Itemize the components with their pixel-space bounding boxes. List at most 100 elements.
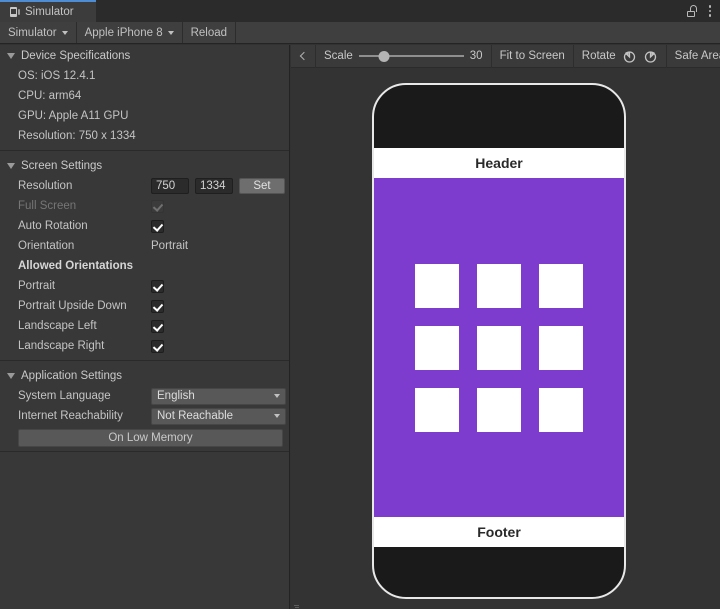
simulator-mode-label: Simulator [8, 26, 57, 39]
rotate-control: Rotate [574, 44, 667, 68]
divider [0, 360, 289, 361]
toolbar-empty-space [236, 22, 720, 43]
orientation-portrait-label: Portrait [18, 280, 56, 292]
spec-resolution-text: Resolution: 750 x 1334 [18, 130, 136, 142]
panel-resize-grip[interactable] [293, 600, 301, 608]
auto-rotation-label: Auto Rotation [18, 220, 88, 232]
reload-button[interactable]: Reload [182, 22, 237, 43]
allowed-orientations-label: Allowed Orientations [18, 260, 134, 272]
row-allowed-orientations-header: Allowed Orientations [0, 256, 289, 276]
inspector-sidebar: Device Specifications OS: iOS 12.4.1 CPU… [0, 45, 290, 609]
safe-area-button[interactable]: Safe Area [667, 45, 720, 68]
internet-reachability-label: Internet Reachability [18, 410, 123, 422]
simulator-window: Simulator Simulator Apple iPhone 8 Reloa… [0, 0, 720, 609]
divider [0, 150, 289, 151]
app-footer: Footer [374, 517, 624, 547]
device-viewport[interactable]: Header Footer [291, 68, 720, 609]
grid-cell[interactable] [539, 325, 583, 370]
orientation-portrait-upside-down-checkbox[interactable] [151, 299, 164, 313]
device-simulator-icon [8, 6, 20, 18]
grid-cell[interactable] [539, 387, 583, 432]
tab-bar-empty-space [96, 0, 687, 22]
grid-cell[interactable] [539, 263, 583, 308]
triangle-down-icon [7, 162, 15, 169]
row-resolution: Resolution 750 1334 Set [0, 176, 289, 196]
tab-simulator[interactable]: Simulator [0, 0, 96, 22]
slider-track [358, 55, 464, 57]
spec-os: OS: iOS 12.4.1 [0, 66, 289, 86]
row-orientation-portrait-upside-down: Portrait Upside Down [0, 296, 289, 316]
chevron-down-icon [61, 30, 68, 35]
triangle-down-icon [7, 52, 15, 59]
scale-label: Scale [324, 50, 353, 62]
app-content-area [374, 178, 624, 517]
orientation-landscape-left-checkbox[interactable] [151, 319, 164, 333]
fit-to-screen-button[interactable]: Fit to Screen [492, 44, 574, 68]
orientation-landscape-right-label: Landscape Right [18, 340, 105, 352]
collapse-panel-button[interactable] [291, 44, 316, 68]
section-title: Device Specifications [21, 49, 131, 62]
chevron-down-icon [274, 394, 280, 398]
full-screen-label: Full Screen [18, 200, 77, 212]
simulator-mode-dropdown[interactable]: Simulator [0, 22, 77, 43]
orientation-portrait-checkbox[interactable] [151, 279, 164, 293]
scale-slider[interactable] [358, 49, 464, 63]
orientation-landscape-left-label: Landscape Left [18, 320, 97, 332]
system-language-label: System Language [18, 390, 111, 402]
chevron-down-icon [274, 414, 280, 418]
resolution-width-input[interactable]: 750 [151, 178, 189, 194]
rotate-clockwise-icon[interactable] [643, 49, 658, 64]
internet-reachability-dropdown[interactable]: Not Reachable [151, 407, 286, 425]
grid-cell[interactable] [477, 263, 521, 308]
window-controls [687, 0, 720, 22]
reload-label: Reload [190, 26, 228, 39]
section-screen-settings[interactable]: Screen Settings [0, 155, 289, 176]
viewport-toolbar: Scale 30 Fit to Screen Rotate Safe Are [291, 44, 720, 68]
grid-cell[interactable] [415, 263, 459, 308]
fit-to-screen-label: Fit to Screen [499, 50, 565, 62]
rotate-counterclockwise-icon[interactable] [622, 49, 637, 64]
orientation-landscape-right-checkbox[interactable] [151, 339, 164, 353]
section-device-specifications[interactable]: Device Specifications [0, 45, 289, 66]
set-resolution-button[interactable]: Set [239, 178, 285, 194]
system-language-dropdown[interactable]: English [151, 387, 286, 405]
safe-area-label: Safe Area [674, 50, 720, 62]
full-screen-checkbox [151, 199, 164, 213]
resolution-height-input[interactable]: 1334 [195, 178, 233, 194]
system-language-value: English [157, 390, 195, 402]
row-auto-rotation: Auto Rotation [0, 216, 289, 236]
section-title: Application Settings [21, 369, 123, 382]
device-frame: Header Footer [372, 83, 626, 599]
section-application-settings[interactable]: Application Settings [0, 365, 289, 386]
chevron-down-icon [167, 30, 174, 35]
simulator-toolbar: Simulator Apple iPhone 8 Reload [0, 22, 720, 44]
rotate-label: Rotate [581, 50, 616, 62]
lock-icon[interactable] [687, 5, 698, 17]
grid-cell[interactable] [477, 387, 521, 432]
on-low-memory-button[interactable]: On Low Memory [18, 429, 283, 447]
slider-knob[interactable] [378, 50, 390, 62]
app-header: Header [374, 148, 624, 178]
row-orientation-landscape-right: Landscape Right [0, 336, 289, 356]
resolution-label: Resolution [18, 180, 73, 192]
divider [0, 451, 289, 452]
auto-rotation-checkbox[interactable] [151, 219, 164, 233]
device-select-dropdown[interactable]: Apple iPhone 8 [76, 22, 183, 43]
row-full-screen: Full Screen [0, 196, 289, 216]
spec-gpu-text: GPU: Apple A11 GPU [18, 110, 129, 122]
spec-gpu: GPU: Apple A11 GPU [0, 106, 289, 126]
tab-label: Simulator [25, 6, 74, 18]
grid-cell[interactable] [477, 325, 521, 370]
row-orientation-landscape-left: Landscape Left [0, 316, 289, 336]
window-tab-bar: Simulator [0, 0, 720, 22]
kebab-menu-icon[interactable] [708, 4, 712, 18]
scale-value: 30 [469, 50, 483, 62]
device-select-label: Apple iPhone 8 [84, 26, 163, 39]
spec-cpu-text: CPU: arm64 [18, 90, 82, 102]
grid-cell[interactable] [415, 387, 459, 432]
chevron-left-icon [299, 51, 309, 61]
section-title: Screen Settings [21, 159, 103, 172]
triangle-down-icon [7, 372, 15, 379]
scale-control[interactable]: Scale 30 [316, 44, 492, 68]
grid-cell[interactable] [415, 325, 459, 370]
